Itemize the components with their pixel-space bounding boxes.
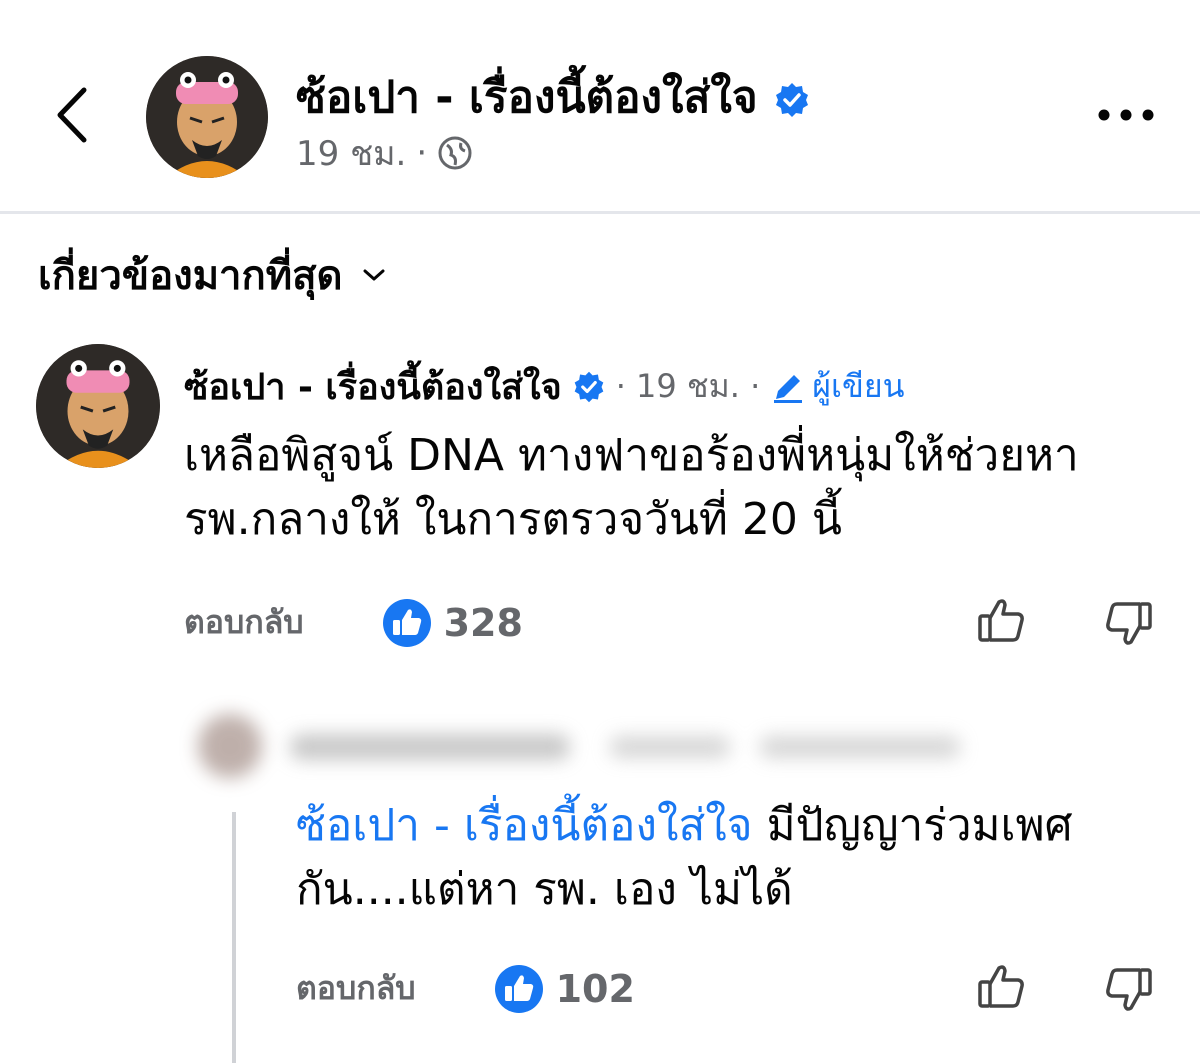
comment-text: เหลือพิสูจน์ DNA ทางฟาขอร้องพี่หนุ่มให้ช…	[184, 430, 1079, 545]
reply-text: ซ้อเปา - เรื่องนี้ต้องใส่ใจ มีปัญญาร่วมเ…	[296, 794, 1156, 922]
like-count: 102	[555, 966, 635, 1011]
page-name-text: ซ้อเปา - เรื่องนี้ต้องใส่ใจ	[296, 72, 758, 123]
comment-header: ซ้อเปา - เรื่องนี้ต้องใส่ใจ · 19 ชม. · ผ…	[184, 358, 904, 415]
sort-label: เกี่ยวข้องมากที่สุด	[38, 253, 343, 299]
pencil-icon	[774, 374, 803, 403]
upvote-icon[interactable]	[974, 592, 1030, 648]
post-meta: 19 ชม. ·	[296, 126, 473, 180]
post-header: ซ้อเปา - เรื่องนี้ต้องใส่ใจ 19 ชม. ·	[0, 0, 1200, 214]
author-badge: ผู้เขียน	[770, 361, 904, 412]
reply-button[interactable]: ตอบกลับ	[184, 597, 304, 648]
comment-author-avatar[interactable]	[36, 344, 160, 468]
globe-icon	[438, 136, 472, 170]
like-count: 328	[443, 600, 523, 645]
meta-separator: ·	[416, 133, 428, 173]
post-time[interactable]: 19 ชม.	[296, 126, 406, 180]
downvote-icon[interactable]	[1100, 962, 1156, 1018]
reply-mention-link[interactable]: ซ้อเปา - เรื่องนี้ต้องใส่ใจ	[296, 800, 753, 851]
page-name[interactable]: ซ้อเปา - เรื่องนี้ต้องใส่ใจ	[296, 62, 811, 132]
comment-sort-dropdown[interactable]: เกี่ยวข้องมากที่สุด	[38, 243, 387, 307]
chevron-down-icon	[363, 269, 384, 281]
reply-thread-line	[232, 812, 236, 1063]
reply-actions: ตอบกลับ 102	[296, 963, 635, 1014]
back-arrow-icon[interactable]	[48, 80, 98, 150]
author-badge-label: ผู้เขียน	[812, 367, 905, 405]
like-reaction-icon[interactable]	[494, 964, 544, 1014]
comment-actions: ตอบกลับ 328	[184, 597, 523, 648]
redacted-reply-header	[190, 706, 990, 786]
reply-button[interactable]: ตอบกลับ	[296, 963, 416, 1014]
verified-badge-icon	[574, 371, 604, 402]
comment-meta: · 19 ชม. ·	[615, 367, 761, 405]
comment-author-name[interactable]: ซ้อเปา - เรื่องนี้ต้องใส่ใจ	[184, 358, 562, 415]
like-reaction-icon[interactable]	[382, 598, 432, 648]
upvote-icon[interactable]	[974, 958, 1030, 1014]
more-options-icon[interactable]	[1094, 100, 1158, 130]
page-avatar[interactable]	[146, 56, 268, 178]
downvote-icon[interactable]	[1100, 596, 1156, 652]
verified-badge-icon	[775, 83, 808, 117]
